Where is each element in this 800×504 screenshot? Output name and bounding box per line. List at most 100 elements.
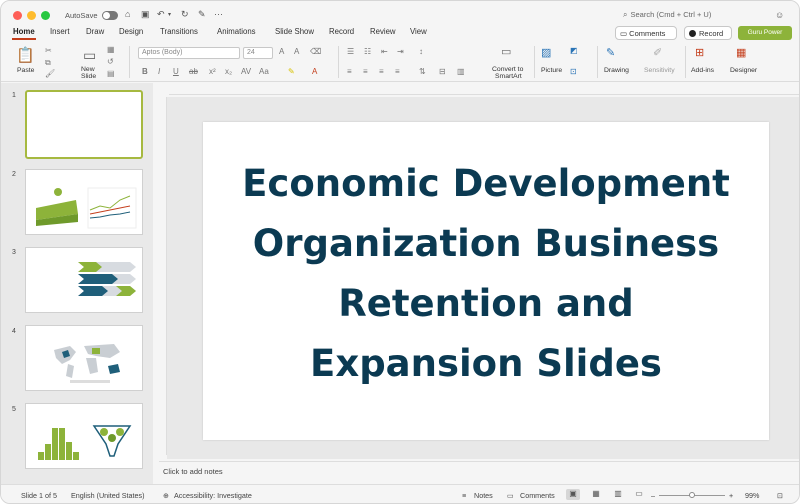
comments-button[interactable]: ▭ Comments	[615, 26, 677, 40]
slide-title[interactable]: Economic Development Organization Busine…	[203, 154, 769, 394]
numbering-icon[interactable]: ☷	[364, 47, 371, 56]
outdent-icon[interactable]: ⇤	[381, 47, 388, 56]
normal-view-icon[interactable]: ▣	[566, 489, 580, 500]
tab-home[interactable]: Home	[13, 27, 35, 36]
layout-icon[interactable]: ▦	[107, 45, 115, 54]
shapes-icon[interactable]: ◩	[570, 46, 578, 55]
comments-status-button[interactable]: Comments	[520, 491, 555, 500]
highlight-icon[interactable]: ✎	[288, 67, 295, 76]
section-icon[interactable]: ▤	[107, 69, 115, 78]
tab-view[interactable]: View	[410, 27, 427, 36]
zoom-out-icon[interactable]: –	[651, 491, 655, 500]
cut-icon[interactable]: ✂	[45, 46, 52, 55]
subscript-icon[interactable]: x₂	[225, 67, 232, 76]
sensitivity-icon[interactable]: ✐	[653, 46, 662, 59]
maximize-window-button[interactable]	[41, 11, 50, 20]
font-color-icon[interactable]: A	[312, 67, 317, 76]
picture-icon[interactable]: ▨	[541, 46, 551, 59]
tab-transitions[interactable]: Transitions	[160, 27, 198, 36]
more-icon[interactable]: ···	[214, 9, 223, 19]
format-brush-icon[interactable]: 🖌	[45, 69, 55, 78]
bullets-icon[interactable]: ☰	[347, 47, 354, 56]
align-right-icon[interactable]: ≡	[379, 67, 384, 76]
font-size-select[interactable]: 24	[243, 47, 273, 59]
slide-thumbnail-5[interactable]	[25, 403, 143, 469]
justify-icon[interactable]: ≡	[395, 67, 400, 76]
font-name-select[interactable]: Aptos (Body)	[138, 47, 240, 59]
slide-thumbnail-4[interactable]	[25, 325, 143, 391]
zoom-in-icon[interactable]: +	[729, 491, 733, 500]
textbox-icon[interactable]: ⊡	[570, 67, 577, 76]
char-spacing-icon[interactable]: AV	[241, 67, 251, 76]
text-direction-icon[interactable]: ⇅	[419, 67, 426, 76]
align-left-icon[interactable]: ≡	[347, 67, 352, 76]
accessibility-status[interactable]: Accessibility: Investigate	[174, 491, 252, 500]
undo-icon[interactable]: ↶	[157, 9, 165, 20]
account-icon[interactable]: ☺	[775, 10, 784, 20]
bold-icon[interactable]: B	[142, 67, 148, 76]
map-preview	[54, 344, 120, 383]
slideshow-view-icon[interactable]: ▭	[632, 489, 646, 500]
strikethrough-icon[interactable]: ab	[189, 67, 198, 76]
redo-icon[interactable]: ↻	[181, 9, 189, 20]
language-indicator[interactable]: English (United States)	[71, 491, 145, 500]
record-button[interactable]: Record	[684, 26, 732, 40]
tab-design[interactable]: Design	[119, 27, 143, 36]
undo-dropdown-icon[interactable]: ▾	[168, 11, 171, 18]
search-field[interactable]: ⌕ Search (Cmd + Ctrl + U)	[623, 10, 733, 23]
tab-slide-show[interactable]: Slide Show	[275, 27, 314, 36]
slide-thumbnail-2[interactable]	[25, 169, 143, 235]
autosave-toggle[interactable]	[102, 11, 118, 20]
notes-pane[interactable]: Click to add notes	[159, 461, 799, 483]
tab-draw[interactable]: Draw	[86, 27, 104, 36]
notes-button[interactable]: Notes	[474, 491, 493, 500]
fit-slide-icon[interactable]: ⊡	[777, 491, 783, 500]
convert-smartart-icon[interactable]: ▭	[501, 45, 511, 58]
notes-icon: ≡	[462, 491, 467, 500]
close-window-button[interactable]	[13, 11, 22, 20]
guru-power-button[interactable]: Guru Power	[738, 26, 792, 40]
thumbnail-number: 1	[12, 92, 16, 99]
arrows-preview	[78, 262, 136, 296]
line-spacing-icon[interactable]: ↕	[419, 47, 423, 56]
columns-icon[interactable]: ▥	[457, 67, 465, 76]
increase-font-icon[interactable]: A	[279, 47, 284, 56]
clear-format-icon[interactable]: ⌫	[310, 47, 321, 56]
slide-sorter-icon[interactable]: ▦	[589, 489, 603, 500]
underline-icon[interactable]: U	[173, 67, 179, 76]
title-bar: AutoSave ⌂ ▣ ↶ ▾ ↻ ✎ ··· ⌕ Search (Cmd + …	[1, 1, 799, 23]
drawing-icon[interactable]: ✎	[606, 46, 615, 59]
home-icon[interactable]: ⌂	[125, 9, 130, 19]
change-case-icon[interactable]: Aa	[259, 67, 269, 76]
current-slide[interactable]: Economic Development Organization Busine…	[203, 122, 769, 440]
superscript-icon[interactable]: x²	[209, 67, 216, 76]
reading-view-icon[interactable]: ▥	[611, 489, 625, 500]
zoom-slider-handle[interactable]	[689, 492, 695, 498]
accessibility-icon: ⊕	[163, 491, 170, 500]
copy-icon[interactable]: ⧉	[45, 58, 51, 68]
slide-thumbnail-pane[interactable]: 1 2 3 4 5	[1, 83, 153, 484]
align-text-icon[interactable]: ⊟	[439, 67, 446, 76]
paste-icon[interactable]: 📋	[16, 46, 35, 64]
arrow-shape	[78, 286, 108, 296]
save-icon[interactable]: ▣	[141, 9, 150, 20]
new-slide-icon[interactable]: ▭	[83, 47, 96, 64]
slide-thumbnail-3[interactable]	[25, 247, 143, 313]
italic-icon[interactable]: I	[158, 67, 160, 76]
minimize-window-button[interactable]	[27, 11, 36, 20]
histogram-bar	[66, 442, 72, 460]
format-painter-icon[interactable]: ✎	[198, 9, 206, 20]
indent-icon[interactable]: ⇥	[397, 47, 404, 56]
align-center-icon[interactable]: ≡	[363, 67, 368, 76]
slide-thumbnail-1[interactable]	[25, 90, 143, 159]
histogram-bar	[73, 452, 79, 460]
tab-animations[interactable]: Animations	[217, 27, 256, 36]
tab-review[interactable]: Review	[370, 27, 396, 36]
decrease-font-icon[interactable]: A	[294, 47, 299, 56]
zoom-level[interactable]: 99%	[745, 491, 759, 500]
designer-icon[interactable]: ▦	[736, 46, 746, 59]
tab-insert[interactable]: Insert	[50, 27, 70, 36]
addins-icon[interactable]: ⊞	[695, 46, 704, 59]
tab-record[interactable]: Record	[329, 27, 354, 36]
reset-icon[interactable]: ↺	[107, 57, 114, 66]
